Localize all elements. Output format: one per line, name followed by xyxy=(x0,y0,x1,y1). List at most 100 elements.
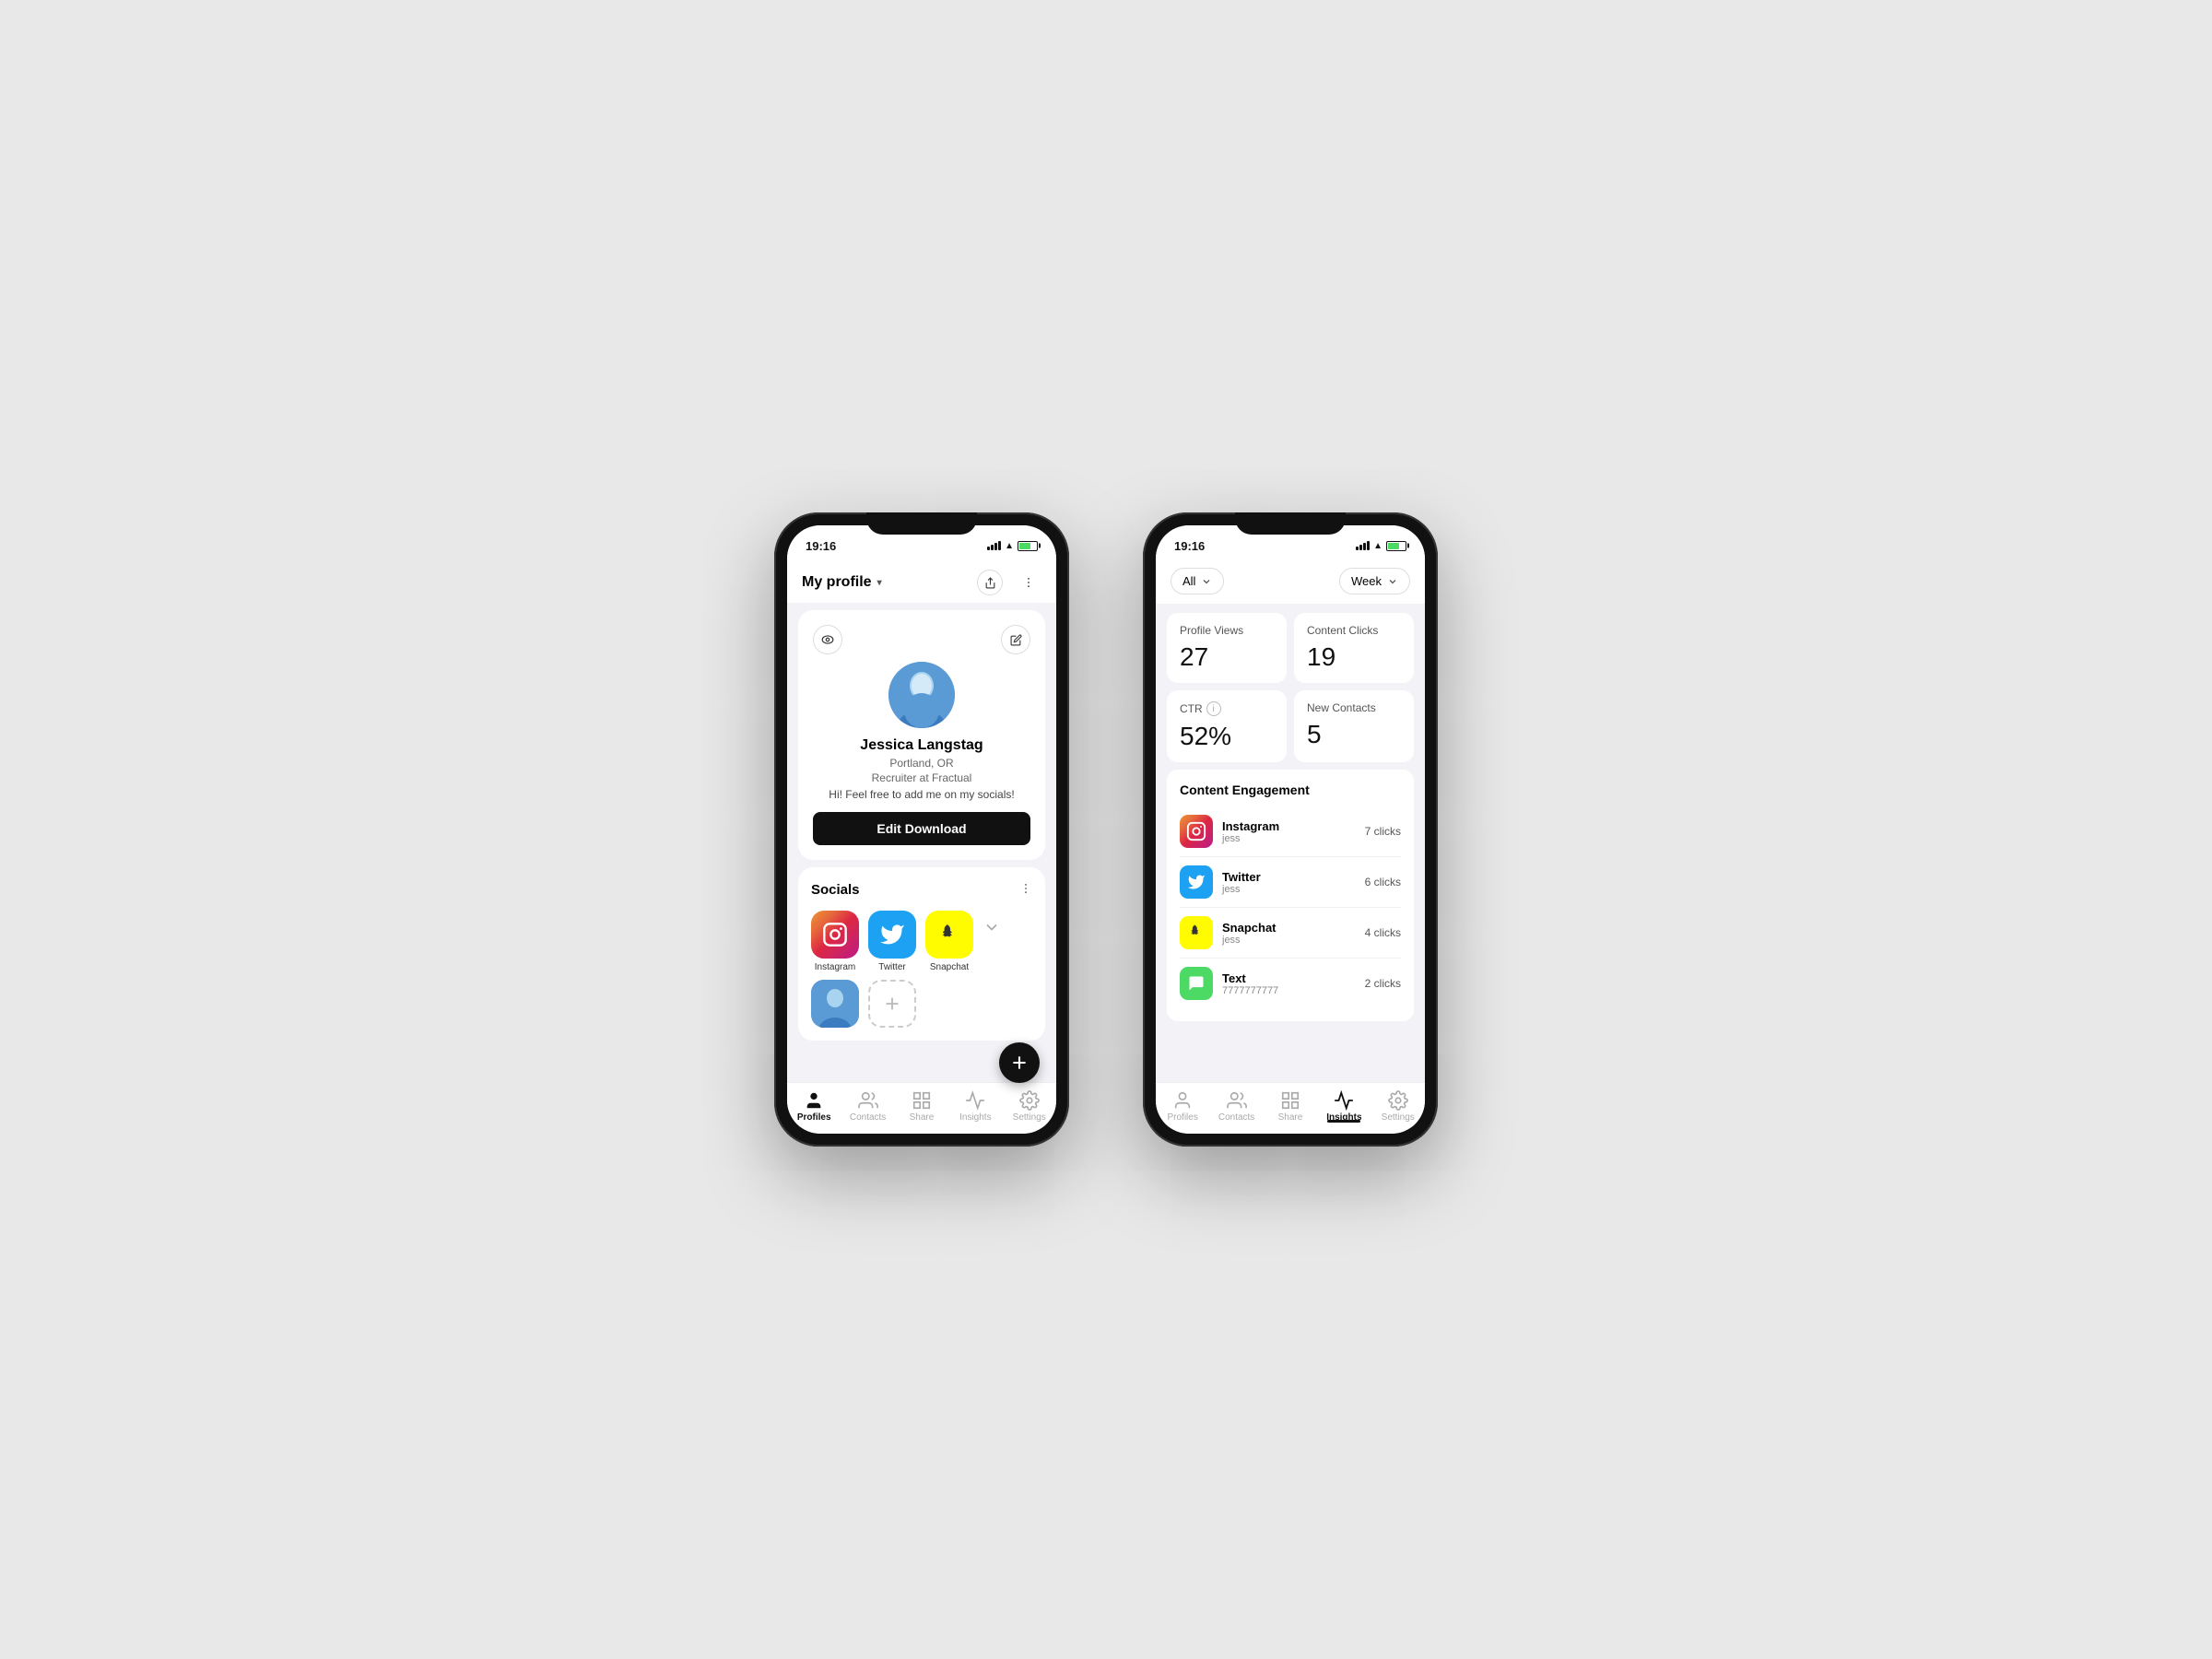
eng-instagram-info: Instagram jess xyxy=(1222,819,1365,844)
eng-text-handle: 7777777777 xyxy=(1222,985,1365,996)
right-nav-insights[interactable]: Insights xyxy=(1322,1090,1366,1123)
avatar xyxy=(888,662,955,728)
metric-ctr-label: CTR i xyxy=(1180,701,1274,716)
profile-location: Portland, OR xyxy=(889,757,953,770)
right-nav-contacts[interactable]: Contacts xyxy=(1215,1090,1259,1123)
right-battery-icon xyxy=(1386,541,1406,551)
socials-more-button[interactable] xyxy=(1019,880,1032,900)
social-item-twitter[interactable]: Twitter xyxy=(868,911,916,972)
nav-share-label: Share xyxy=(910,1112,935,1123)
eng-snapchat-info: Snapchat jess xyxy=(1222,921,1365,946)
nav-settings-label: Settings xyxy=(1013,1112,1046,1123)
social-item-snapchat[interactable]: Snapchat xyxy=(925,911,973,972)
eng-snapchat-icon xyxy=(1180,916,1213,949)
metric-ctr: CTR i 52% xyxy=(1167,690,1287,762)
metric-profile-views: Profile Views 27 xyxy=(1167,613,1287,683)
eng-text-name: Text xyxy=(1222,971,1365,985)
profile-name: Jessica Langstag xyxy=(860,737,982,754)
nav-settings[interactable]: Settings xyxy=(1007,1090,1052,1123)
signal-icon xyxy=(987,541,1001,550)
all-filter-button[interactable]: All xyxy=(1171,568,1224,594)
nav-contacts[interactable]: Contacts xyxy=(846,1090,890,1123)
wifi-icon: ▲ xyxy=(1005,541,1014,551)
share-icon xyxy=(984,577,996,589)
profile-title-dropdown[interactable]: My profile ▾ xyxy=(802,574,882,591)
right-phone: 19:16 ▲ All xyxy=(1143,512,1438,1147)
right-nav-contacts-label: Contacts xyxy=(1218,1112,1254,1123)
header-actions xyxy=(977,570,1041,595)
metric-content-clicks-label: Content Clicks xyxy=(1307,624,1401,637)
right-profiles-nav-icon xyxy=(1172,1090,1193,1111)
week-filter-label: Week xyxy=(1351,574,1382,588)
edit-button[interactable] xyxy=(1001,625,1030,654)
eng-instagram-icon xyxy=(1180,815,1213,848)
engagement-section: Content Engagement Instagram xyxy=(1167,770,1414,1021)
contacts-nav-icon xyxy=(858,1090,878,1111)
engagement-title: Content Engagement xyxy=(1180,782,1401,797)
engagement-item-snapchat[interactable]: Snapchat jess 4 clicks xyxy=(1180,908,1401,959)
social-item-instagram[interactable]: Instagram xyxy=(811,911,859,972)
profile-bio: Hi! Feel free to add me on my socials! xyxy=(829,788,1014,801)
right-phone-screen: 19:16 ▲ All xyxy=(1156,525,1425,1134)
metric-content-clicks-value: 19 xyxy=(1307,642,1401,672)
add-social-button[interactable] xyxy=(868,980,916,1028)
right-contacts-nav-icon xyxy=(1227,1090,1247,1111)
share-button[interactable] xyxy=(977,570,1003,595)
eye-button[interactable] xyxy=(813,625,842,654)
status-time: 19:16 xyxy=(806,539,836,553)
week-chevron-icon xyxy=(1387,576,1398,587)
metric-new-contacts: New Contacts 5 xyxy=(1294,690,1414,762)
profile-card: Jessica Langstag Portland, OR Recruiter … xyxy=(798,610,1045,860)
profile-card-actions xyxy=(813,625,1030,654)
more-icon xyxy=(1022,576,1035,589)
nav-insights-label: Insights xyxy=(959,1112,991,1123)
metric-new-contacts-value: 5 xyxy=(1307,720,1401,749)
snapchat-label: Snapchat xyxy=(930,962,969,972)
socials-row2 xyxy=(811,980,1032,1028)
right-nav-settings[interactable]: Settings xyxy=(1376,1090,1420,1123)
eng-twitter-info: Twitter jess xyxy=(1222,870,1365,895)
nav-insights[interactable]: Insights xyxy=(953,1090,997,1123)
more-options-button[interactable] xyxy=(1016,570,1041,595)
status-icons: ▲ xyxy=(987,541,1038,551)
share-nav-icon xyxy=(912,1090,932,1111)
battery-icon xyxy=(1018,541,1038,551)
all-chevron-icon xyxy=(1201,576,1212,587)
right-nav-profiles[interactable]: Profiles xyxy=(1160,1090,1205,1123)
right-nav-profiles-label: Profiles xyxy=(1168,1112,1198,1123)
eng-text-icon xyxy=(1180,967,1213,1000)
right-wifi-icon: ▲ xyxy=(1373,541,1382,551)
bottom-nav: Profiles Contacts Share xyxy=(787,1082,1056,1134)
eng-text-clicks: 2 clicks xyxy=(1365,977,1401,990)
eng-snapchat-clicks: 4 clicks xyxy=(1365,926,1401,939)
engagement-item-instagram[interactable]: Instagram jess 7 clicks xyxy=(1180,806,1401,857)
nav-share[interactable]: Share xyxy=(900,1090,944,1123)
right-nav-share[interactable]: Share xyxy=(1268,1090,1312,1123)
social-photo-item[interactable] xyxy=(811,980,859,1028)
eng-snapchat-name: Snapchat xyxy=(1222,921,1365,935)
nav-profiles[interactable]: Profiles xyxy=(792,1090,836,1123)
right-bottom-nav: Profiles Contacts Share xyxy=(1156,1082,1425,1134)
eye-icon xyxy=(821,635,834,644)
header-profile-label: My profile xyxy=(802,574,872,591)
engagement-item-twitter[interactable]: Twitter jess 6 clicks xyxy=(1180,857,1401,908)
left-phone-screen: 19:16 ▲ My profile xyxy=(787,525,1056,1134)
eng-twitter-handle: jess xyxy=(1222,884,1365,895)
right-status-time: 19:16 xyxy=(1174,539,1205,553)
avatar-illustration xyxy=(888,662,955,728)
fab-button[interactable] xyxy=(999,1042,1040,1083)
eng-instagram-handle: jess xyxy=(1222,833,1365,844)
notch xyxy=(866,512,977,535)
edit-download-button[interactable]: Edit Download xyxy=(813,812,1030,845)
right-insights-nav-icon xyxy=(1334,1090,1354,1111)
metric-profile-views-label: Profile Views xyxy=(1180,624,1274,637)
eng-snapchat-handle: jess xyxy=(1222,935,1365,946)
ctr-info-icon[interactable]: i xyxy=(1206,701,1221,716)
profiles-nav-icon xyxy=(804,1090,824,1111)
nav-contacts-label: Contacts xyxy=(850,1112,886,1123)
engagement-item-text[interactable]: Text 7777777777 2 clicks xyxy=(1180,959,1401,1008)
eng-twitter-clicks: 6 clicks xyxy=(1365,876,1401,888)
eng-text-info: Text 7777777777 xyxy=(1222,971,1365,996)
eng-instagram-clicks: 7 clicks xyxy=(1365,825,1401,838)
week-filter-button[interactable]: Week xyxy=(1339,568,1410,594)
